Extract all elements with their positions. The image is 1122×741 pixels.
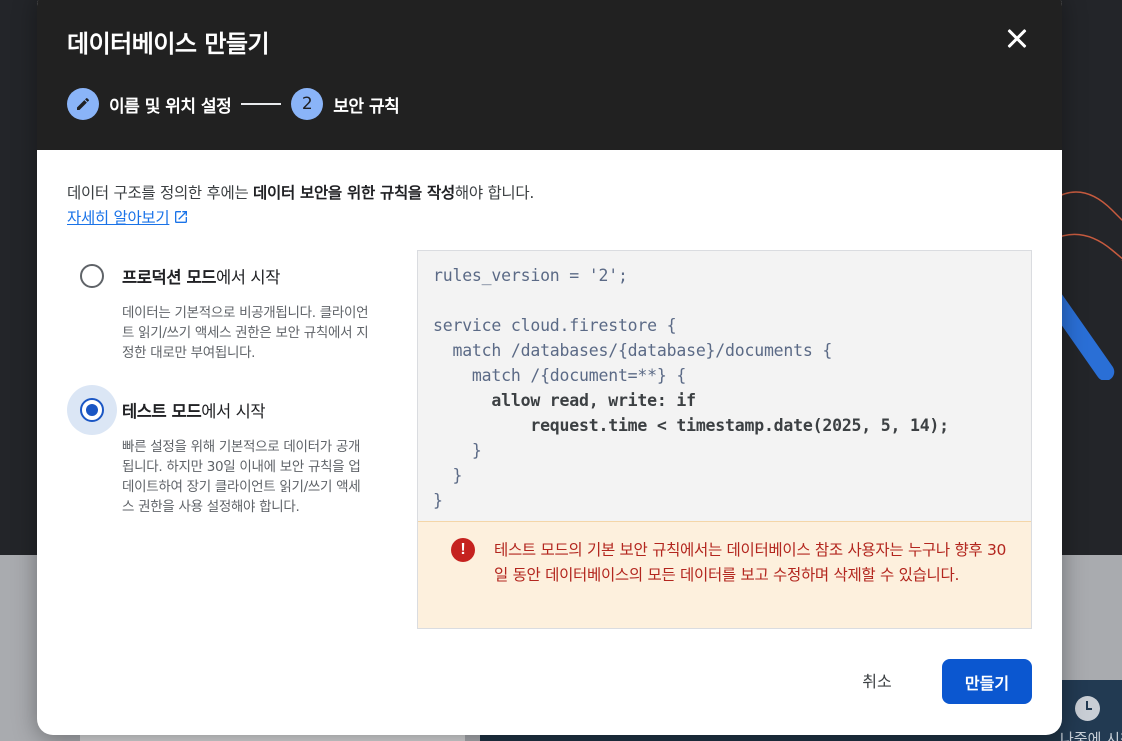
background-decoration [1052, 191, 1122, 380]
step-connector [241, 103, 282, 105]
cancel-button[interactable]: 취소 [837, 658, 917, 702]
code-line: rules_version = '2'; [433, 266, 628, 285]
warning-banner: ! 테스트 모드의 기본 보안 규칙에서는 데이터베이스 참조 사용자는 누구나… [418, 521, 1031, 628]
learn-more-link[interactable]: 자세히 알아보기 [67, 206, 189, 228]
code-line: } [433, 491, 443, 510]
test-mode-description: 빠른 설정을 위해 기본적으로 데이터가 공개됩니다. 하지만 30일 이내에 … [122, 439, 361, 515]
learn-more-label: 자세히 알아보기 [67, 209, 170, 227]
clock-icon [1075, 696, 1100, 721]
intro-text-part1: 데이터 구조를 정의한 후에는 [67, 184, 254, 202]
code-line: } [433, 466, 463, 485]
intro-text: 데이터 구조를 정의한 후에는 데이터 보안을 위한 규칙을 작성해야 합니다. [67, 181, 534, 203]
dialog-title: 데이터베이스 만들기 [67, 30, 270, 58]
background-watch-later-text: 나중에 시청 [1060, 730, 1122, 741]
code-line: allow read, write: if [433, 391, 696, 410]
production-mode-title-bold: 프로덕션 모드 [122, 268, 217, 287]
test-mode-title-bold: 테스트 모드 [122, 402, 202, 421]
pencil-icon [77, 97, 90, 110]
stepper: 이름 및 위치 설정 2 보안 규칙 [67, 88, 400, 120]
create-button[interactable]: 만들기 [942, 659, 1032, 704]
test-mode-radio[interactable] [80, 398, 104, 422]
close-icon[interactable] [1001, 23, 1033, 55]
code-line: request.time < timestamp.date(2025, 5, 1… [433, 416, 949, 435]
production-mode-description: 데이터는 기본적으로 비공개됩니다. 클라이언트 읽기/쓰기 액세스 권한은 보… [122, 305, 369, 361]
production-mode-title: 프로덕션 모드에서 시작 [122, 264, 280, 288]
code-line: match /databases/{database}/documents { [433, 341, 833, 360]
security-rules-preview: rules_version = '2'; service cloud.fires… [417, 250, 1032, 629]
create-database-dialog: 데이터베이스 만들기 이름 및 위치 설정 2 보안 규칙 데이터 구조를 정의… [37, 0, 1062, 735]
step-1-label: 이름 및 위치 설정 [109, 96, 232, 117]
production-mode-radio[interactable] [80, 264, 104, 288]
intro-text-bold: 데이터 보안을 위한 규칙을 작성 [253, 184, 455, 202]
test-mode-title-rest: 에서 시작 [201, 402, 266, 421]
code-line: service cloud.firestore { [433, 316, 677, 335]
rules-code: rules_version = '2'; service cloud.fires… [433, 263, 949, 513]
error-icon: ! [451, 538, 475, 562]
intro-text-part2: 해야 합니다. [454, 184, 534, 202]
external-link-icon [175, 211, 188, 223]
production-mode-title-rest: 에서 시작 [216, 268, 280, 287]
dialog-header: 데이터베이스 만들기 이름 및 위치 설정 2 보안 규칙 [37, 0, 1062, 150]
warning-text: 테스트 모드의 기본 보안 규칙에서는 데이터베이스 참조 사용자는 누구나 향… [494, 541, 1007, 584]
step-2-label: 보안 규칙 [333, 96, 400, 117]
test-mode-option[interactable]: 테스트 모드에서 시작 빠른 설정을 위해 기본적으로 데이터가 공개됩니다. … [67, 385, 377, 545]
step-2-indicator: 2 [291, 88, 324, 120]
step-1-indicator [67, 88, 99, 120]
code-line: } [433, 441, 482, 460]
production-mode-option[interactable]: 프로덕션 모드에서 시작 데이터는 기본적으로 비공개됩니다. 클라이언트 읽기… [67, 251, 377, 371]
code-line: match /{document=**} { [433, 366, 687, 385]
test-mode-title: 테스트 모드에서 시작 [122, 398, 266, 422]
